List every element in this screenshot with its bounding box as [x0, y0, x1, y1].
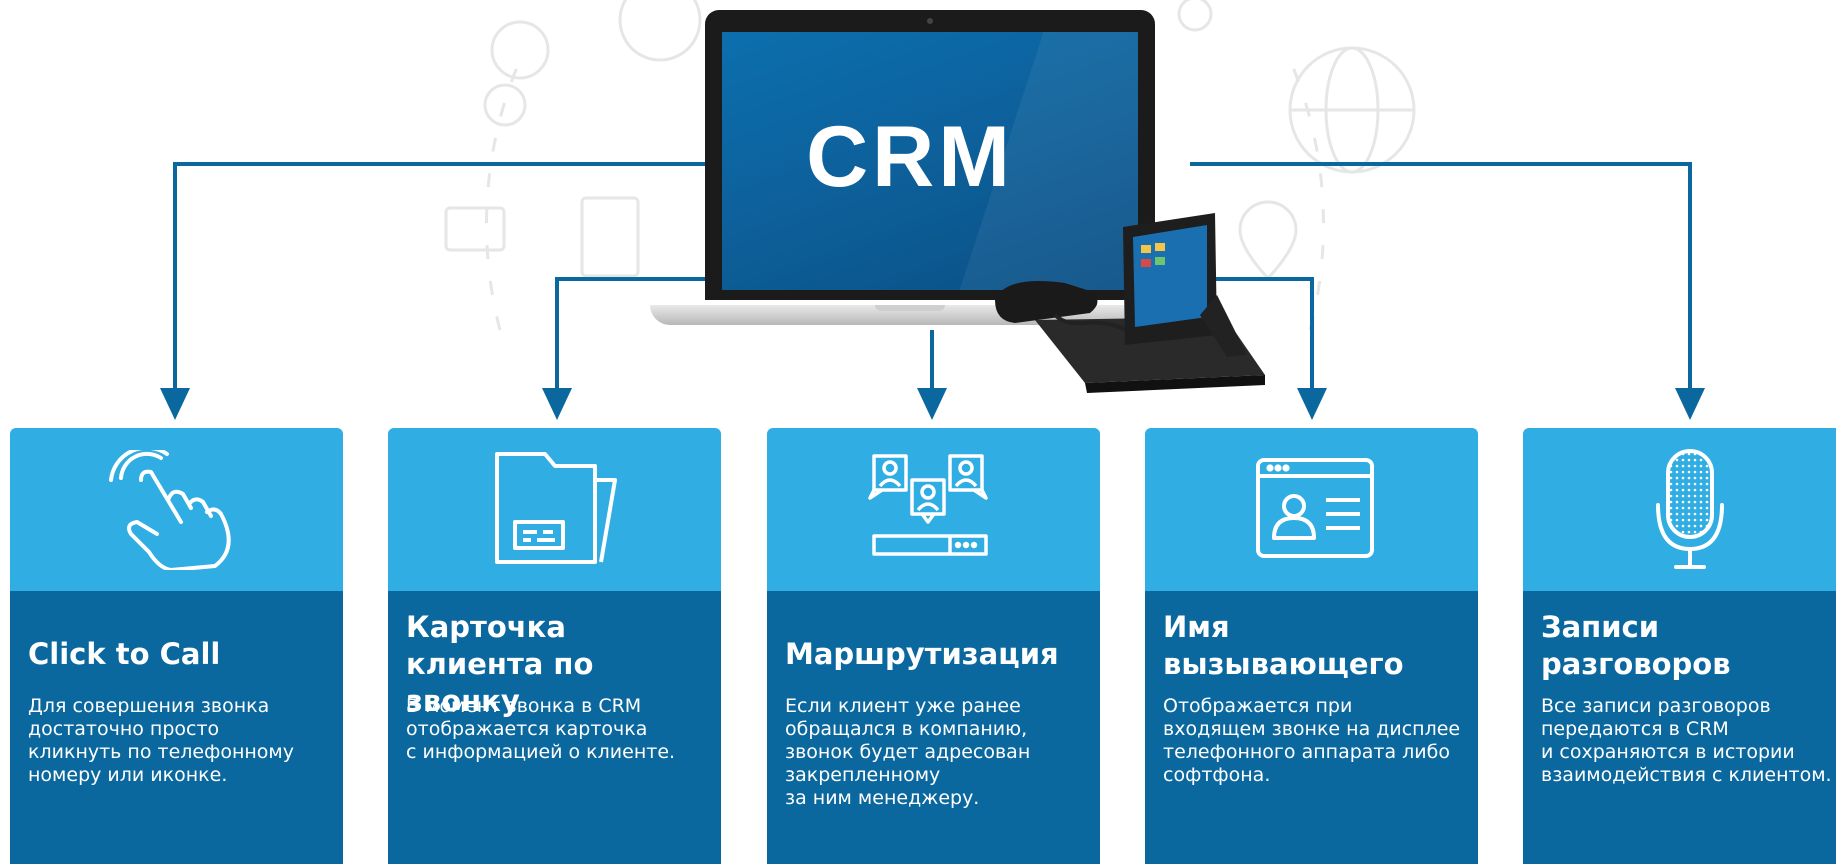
card-title: Маршрутизация — [785, 637, 1059, 671]
feature-card-call-records: Записи разговоров Все записи разговоров … — [1523, 428, 1836, 864]
card-description: Все записи разговоров передаются в CRM и… — [1541, 695, 1832, 786]
card-title: Записи разговоров — [1541, 610, 1731, 681]
microphone-icon — [1655, 448, 1724, 569]
arrow-down-icon — [1297, 388, 1327, 420]
card-title: Click to Call — [28, 637, 221, 671]
feature-card-caller-name: Имя вызывающего Отображается при входяще… — [1145, 428, 1478, 864]
card-description: Если клиент уже ранее обращался в компан… — [785, 695, 1031, 809]
card-description: Для совершения звонка достаточно просто … — [28, 695, 295, 786]
folder-card-icon — [494, 451, 617, 564]
arrow-down-icon — [1675, 388, 1705, 420]
card-description: В момент звонка в CRM отображается карто… — [406, 695, 676, 763]
feature-card-click-to-call: Click to Call Для совершения звонка дост… — [10, 428, 343, 864]
ip-phone-illustration — [995, 213, 1265, 393]
hand-touch-icon — [108, 449, 231, 570]
camera-dot — [927, 18, 933, 24]
arrow-down-icon — [542, 388, 572, 420]
crm-logo-text: CRM — [806, 109, 1014, 205]
routing-users-icon — [867, 453, 988, 556]
card-description: Отображается при входящем звонке на дисп… — [1163, 695, 1461, 786]
contact-window-icon — [1255, 457, 1374, 558]
arrow-down-icon — [917, 388, 947, 420]
feature-card-routing: Маршрутизация Если клиент уже ранее обра… — [767, 428, 1100, 864]
feature-card-client-card: Карточка клиента по звонку В момент звон… — [388, 428, 721, 864]
arrow-down-icon — [160, 388, 190, 420]
card-title: Имя вызывающего — [1163, 610, 1404, 681]
